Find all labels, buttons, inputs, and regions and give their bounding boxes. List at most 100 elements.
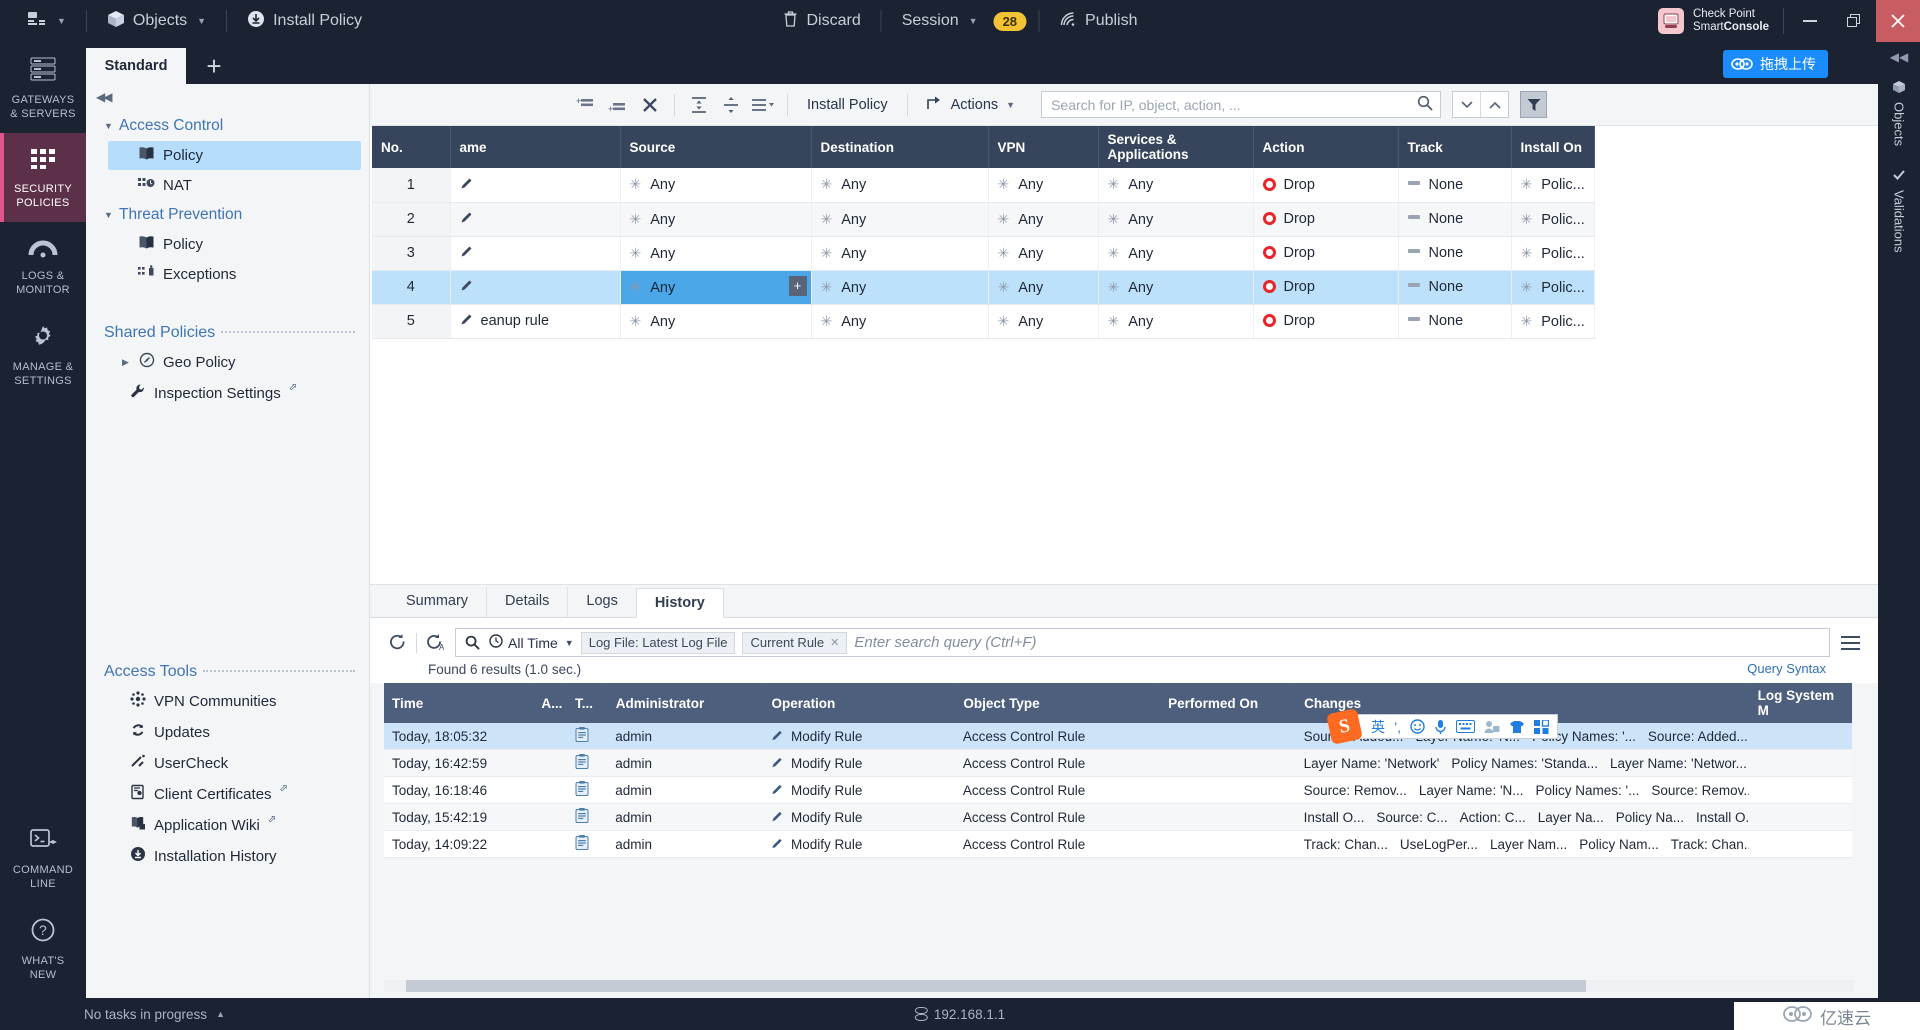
cell-vpn[interactable]: ✳ Any [988,270,1099,305]
cell-services[interactable]: ✳ Any [1098,236,1254,271]
col-no[interactable]: No. [372,126,451,168]
table-row[interactable]: 2 ✳ Any ✳ Any ✳ Any ✳ Any Drop None ✳ Polic... [372,202,1595,237]
rail-item-security-policies[interactable]: SECURITY POLICIES [0,133,86,222]
ime-punctuation-icon[interactable]: ’, [1394,719,1401,735]
search-icon[interactable] [1410,95,1440,115]
table-row[interactable]: Today, 16:18:46 admin Modify Rule Access Co… [384,776,1852,804]
cell-source[interactable]: ✳ Any [620,236,812,271]
cell-name[interactable] [450,168,621,203]
cell-destination[interactable]: ✳ Any [811,304,989,339]
time-filter-dropdown[interactable]: All Time ▼ [489,634,574,651]
ime-floating-toolbar[interactable]: S 英 ’, [1326,708,1558,745]
table-row[interactable]: 1 ✳ Any ✳ Any ✳ Any ✳ Any Drop None ✳ Polic... [372,168,1595,203]
close-icon[interactable]: ✕ [830,636,839,649]
chip-current-rule[interactable]: Current Rule ✕ [742,631,848,654]
right-tab-objects[interactable]: Objects [1892,74,1907,152]
col-destination[interactable]: Destination [811,126,989,168]
col-action[interactable]: Action [1253,126,1399,168]
rail-item-gateways-servers[interactable]: GATEWAYS & SERVERS [0,42,86,133]
filter-button[interactable] [1520,91,1548,118]
cell-services[interactable]: ✳ Any [1098,304,1254,339]
ime-keyboard-icon[interactable] [1456,720,1475,733]
tasks-status-label[interactable]: No tasks in progress [84,1007,207,1022]
sidebar-item-updates[interactable]: Updates [100,717,361,747]
sidebar-item-access-policy[interactable]: Policy [108,141,361,170]
tree-group-access-control[interactable]: ▼ Access Control [86,112,369,140]
history-horizontal-scrollbar[interactable] [384,980,1854,992]
chevron-up-icon[interactable]: ▲ [216,1009,225,1019]
sogou-logo-icon[interactable]: S [1326,708,1363,745]
expand-right-panel-button[interactable]: ◀◀ [1878,42,1920,64]
col-a[interactable]: A... [532,683,568,723]
cell-action[interactable]: Drop [1253,270,1399,305]
cell-source[interactable]: ✳ Any [620,202,812,237]
cell-track[interactable]: None [1398,168,1512,203]
upload-chip[interactable]: 拖拽上传 [1723,50,1828,78]
col-administrator[interactable]: Administrator [607,683,764,723]
col-track[interactable]: Track [1398,126,1512,168]
collapse-sidebar-button[interactable]: ◀◀ [86,84,369,106]
cell-name[interactable] [450,202,621,237]
rail-item-logs-monitor[interactable]: LOGS & MONITOR [0,222,86,309]
ime-skin-icon[interactable] [1509,720,1525,734]
rule-search-box[interactable] [1041,91,1442,118]
cell-destination[interactable]: ✳ Any [811,236,989,271]
cell-action[interactable]: Drop [1253,304,1399,339]
col-log-system[interactable]: Log System M [1749,683,1853,723]
history-query-input[interactable] [854,634,1822,651]
cell-services[interactable]: ✳ Any [1098,270,1254,305]
cell-install-on[interactable]: ✳ Polic... [1511,304,1595,339]
sidebar-item-threat-policy[interactable]: Policy [108,230,361,259]
cell-destination[interactable]: ✳ Any [811,168,989,203]
col-operation[interactable]: Operation [763,683,956,723]
reset-search-icon[interactable]: A [423,630,449,656]
cell-action[interactable]: Drop [1253,168,1399,203]
ime-account-icon[interactable] [1484,720,1500,734]
sidebar-item-usercheck[interactable]: UserCheck [100,748,361,778]
col-vpn[interactable]: VPN [988,126,1099,168]
rail-item-manage-settings[interactable]: MANAGE & SETTINGS [0,309,86,400]
global-menu-button[interactable]: ▼ [16,6,78,37]
rule-search-input[interactable] [1042,96,1411,113]
cell-track[interactable]: None [1398,270,1512,305]
cell-vpn[interactable]: ✳ Any [988,168,1099,203]
objects-button[interactable]: Objects ▼ [95,5,218,38]
sidebar-item-inspection-settings[interactable]: Inspection Settings ⬀ [100,378,361,408]
table-row[interactable]: 3 ✳ Any ✳ Any ✳ Any ✳ Any Drop None ✳ Polic... [372,236,1595,271]
tab-logs[interactable]: Logs [567,587,635,617]
sidebar-item-application-wiki[interactable]: Application Wiki ⬀ [100,810,361,840]
cell-services[interactable]: ✳ Any [1098,202,1254,237]
cell-name[interactable] [450,236,621,271]
install-policy-button[interactable]: Install Policy [797,93,898,117]
col-performed-on[interactable]: Performed On [1159,683,1297,723]
col-name[interactable]: ame [450,126,621,168]
sidebar-item-nat[interactable]: NAT [108,171,361,200]
close-button[interactable] [1876,0,1920,42]
tab-standard[interactable]: Standard [86,48,186,84]
install-policy-button[interactable]: Install Policy [235,5,374,38]
search-next-button[interactable] [1453,92,1480,117]
cell-action[interactable]: Drop [1253,202,1399,237]
cell-track[interactable]: None [1398,236,1512,271]
cell-track[interactable]: None [1398,304,1512,339]
table-row[interactable]: 4 ✳ Any + ✳ Any ✳ Any ✳ Any Drop None ✳ Polic... [372,270,1595,305]
ime-emoji-icon[interactable] [1410,719,1425,734]
col-source[interactable]: Source [620,126,812,168]
add-rule-above-icon[interactable]: + [571,91,601,119]
table-row[interactable]: 5 eanup rule ✳ Any ✳ Any ✳ Any ✳ Any Drop None ✳ Poli… [372,304,1595,339]
table-row[interactable]: Today, 15:42:19 admin Modify Rule Access Co… [384,803,1852,831]
tab-history[interactable]: History [635,588,724,618]
rail-item-whats-new[interactable]: ? WHAT'S NEW [0,903,86,994]
cell-vpn[interactable]: ✳ Any [988,304,1099,339]
col-time[interactable]: Time [384,683,534,723]
ime-language-icon[interactable]: 英 [1371,717,1385,737]
cell-destination[interactable]: ✳ Any [811,202,989,237]
cell-vpn[interactable]: ✳ Any [988,202,1099,237]
refresh-icon[interactable] [384,630,410,656]
right-tab-validations[interactable]: Validations [1892,162,1907,259]
table-row[interactable]: Today, 14:09:22 admin Modify Rule Access Co… [384,830,1852,858]
cell-install-on[interactable]: ✳ Polic... [1511,236,1595,271]
delete-rule-icon[interactable] [635,91,665,119]
cell-services[interactable]: ✳ Any [1098,168,1254,203]
cell-install-on[interactable]: ✳ Polic... [1511,270,1595,305]
